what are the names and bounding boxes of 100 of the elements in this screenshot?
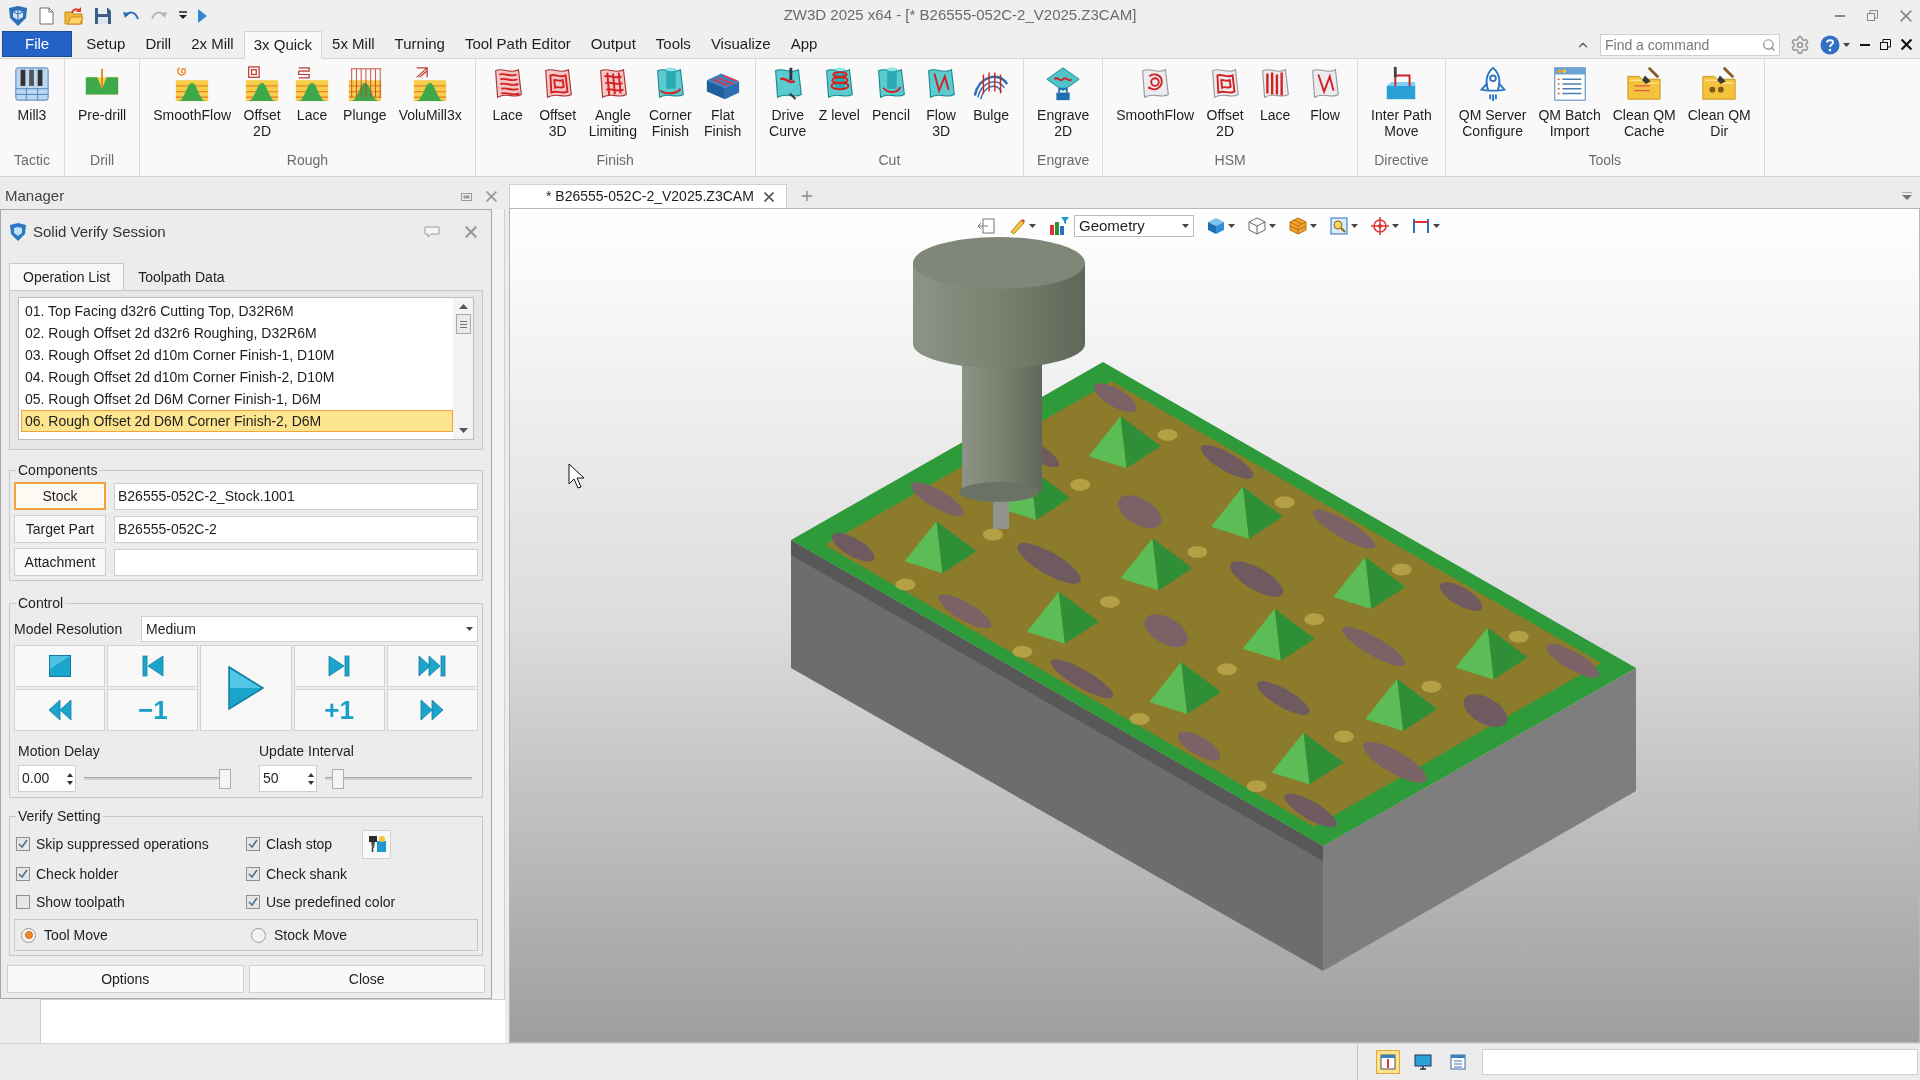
ribbon-button[interactable]: Flat Finish <box>697 59 748 150</box>
spin-arrows-icon[interactable] <box>308 771 314 786</box>
bar-chart-icon[interactable] <box>1049 217 1069 235</box>
dimension-icon[interactable] <box>1412 217 1430 235</box>
tool-button[interactable] <box>362 829 392 859</box>
slider-track[interactable] <box>325 768 472 789</box>
playback-button[interactable] <box>386 689 478 731</box>
checkbox[interactable] <box>16 867 30 881</box>
ribbon-button[interactable]: Flow <box>1300 59 1351 150</box>
ribbon-button[interactable]: Plunge <box>337 59 393 150</box>
ribbon-button[interactable]: Mill3 <box>7 59 57 150</box>
playback-button[interactable] <box>386 645 478 687</box>
ribbon-button[interactable]: Offset 2D <box>1200 59 1251 150</box>
caret-icon[interactable] <box>1433 224 1440 228</box>
ribbon-button[interactable]: Corner Finish <box>642 59 698 150</box>
ribbon-button[interactable]: Clean QM Dir <box>1681 59 1757 150</box>
spin-arrows-icon[interactable] <box>67 771 73 786</box>
ribbon-button[interactable]: SmoothFlow <box>1110 59 1201 150</box>
close-icon[interactable] <box>1901 39 1912 50</box>
caret-icon[interactable] <box>1269 224 1276 228</box>
caret-icon[interactable] <box>1392 224 1399 228</box>
ribbon-button[interactable]: Lace <box>482 59 533 150</box>
caret-icon[interactable] <box>1228 224 1235 228</box>
ribbon-button[interactable]: Offset 2D <box>237 59 288 150</box>
ribbon-button[interactable]: Angle Limiting <box>582 59 643 150</box>
document-tab[interactable]: * B26555-052C-2_V2025.Z3CAM <box>509 184 787 208</box>
ribbon-button[interactable]: Flow 3D <box>916 59 967 150</box>
new-file-icon[interactable] <box>39 6 54 25</box>
help-icon[interactable] <box>1820 34 1840 55</box>
app-logo-icon[interactable] <box>7 4 29 27</box>
slider-thumb[interactable] <box>219 768 232 789</box>
ribbon-button[interactable]: VoluMill3x <box>392 59 468 150</box>
component-button[interactable]: Target Part <box>14 515 106 543</box>
caret-icon[interactable] <box>1310 224 1317 228</box>
checkbox[interactable] <box>246 867 260 881</box>
spin-field[interactable]: 50 <box>259 765 317 792</box>
checkbox[interactable] <box>246 837 260 851</box>
operation-item[interactable]: 01. Top Facing d32r6 Cutting Top, D32R6M <box>21 300 453 322</box>
ribbon-button[interactable]: Lace <box>1250 59 1301 150</box>
checkbox[interactable] <box>246 895 260 909</box>
ribbon-button[interactable]: Clean QM Cache <box>1606 59 1682 150</box>
playback-button[interactable] <box>14 645 106 687</box>
operation-item[interactable]: 02. Rough Offset 2d d32r6 Roughing, D32R6M <box>21 322 453 344</box>
search-field[interactable]: Find a command <box>1600 33 1780 56</box>
ribbon-button[interactable]: Pre-drill <box>72 59 133 150</box>
operation-item[interactable]: 06. Rough Offset 2d D6M Corner Finish-2, D6M <box>21 410 453 432</box>
window-layout-icon[interactable] <box>1376 1050 1400 1074</box>
minimize-icon[interactable] <box>1860 43 1870 46</box>
playback-button[interactable] <box>107 645 199 687</box>
ribbon-button[interactable]: Inter Path Move <box>1365 59 1438 150</box>
component-button[interactable]: Attachment <box>14 548 106 576</box>
play-icon[interactable] <box>198 8 207 23</box>
dropdown[interactable]: Geometry <box>1074 215 1194 237</box>
caret-icon[interactable] <box>466 627 473 631</box>
ribbon-button[interactable]: Lace <box>287 59 338 150</box>
open-folder-icon[interactable] <box>64 6 84 25</box>
playback-button[interactable] <box>14 689 106 731</box>
operation-item[interactable]: 03. Rough Offset 2d d10m Corner Finish-1, D10M <box>21 344 453 366</box>
dropdown[interactable]: Medium <box>141 616 478 642</box>
ribbon-tab[interactable]: 2x Mill <box>181 31 244 58</box>
text-field[interactable]: B26555-052C-2_Stock.1001 <box>114 482 478 510</box>
text-field[interactable] <box>114 548 478 576</box>
ribbon-button[interactable]: SmoothFlow <box>147 59 238 150</box>
ribbon-tab[interactable]: File <box>2 31 73 57</box>
ribbon-tab[interactable]: Tools <box>645 31 701 58</box>
ribbon-tab[interactable]: Visualize <box>700 31 781 58</box>
save-icon[interactable] <box>94 6 112 25</box>
caret-icon[interactable] <box>1351 224 1358 228</box>
ribbon-button[interactable]: Offset 3D <box>532 59 583 150</box>
playback-button[interactable] <box>293 645 385 687</box>
component-button[interactable]: Stock <box>14 482 106 510</box>
slider-thumb[interactable] <box>332 768 345 789</box>
radio-button[interactable] <box>251 927 266 943</box>
settings-icon[interactable] <box>1790 34 1810 55</box>
checkbox[interactable] <box>16 895 30 909</box>
dialog-tab[interactable]: Operation List <box>9 263 125 290</box>
close-icon[interactable] <box>763 191 774 202</box>
exit-icon[interactable] <box>977 218 995 234</box>
zoom-frame-icon[interactable] <box>1330 217 1348 235</box>
ribbon-tab[interactable]: Turning <box>384 31 455 58</box>
scroll-down-icon[interactable] <box>458 428 468 433</box>
dialog-tab[interactable]: Toolpath Data <box>124 265 239 290</box>
restore-icon[interactable] <box>1880 39 1891 50</box>
caret-icon[interactable] <box>1843 42 1850 47</box>
operation-item[interactable]: 05. Rough Offset 2d D6M Corner Finish-1, D6M <box>21 388 453 410</box>
undo-icon[interactable] <box>122 9 140 22</box>
ribbon-button[interactable]: QM Batch Import <box>1532 59 1607 150</box>
ribbon-tab[interactable]: Drill <box>135 31 182 58</box>
ribbon-button[interactable]: Pencil <box>865 59 917 150</box>
ribbon-tab[interactable]: Setup <box>76 31 136 58</box>
ribbon-tab[interactable]: Output <box>580 31 646 58</box>
text-field[interactable]: B26555-052C-2 <box>114 515 478 543</box>
caret-icon[interactable] <box>1182 224 1189 228</box>
scrollbar-thumb[interactable] <box>455 314 471 334</box>
crosshair-icon[interactable] <box>1371 217 1389 235</box>
sectioned-cube-icon[interactable] <box>1289 217 1307 235</box>
ribbon-button[interactable]: QM Server Configure <box>1452 59 1533 150</box>
ribbon-tab[interactable]: Tool Path Editor <box>454 31 581 58</box>
radio-button[interactable] <box>21 927 36 943</box>
dock-icon[interactable] <box>461 192 472 201</box>
